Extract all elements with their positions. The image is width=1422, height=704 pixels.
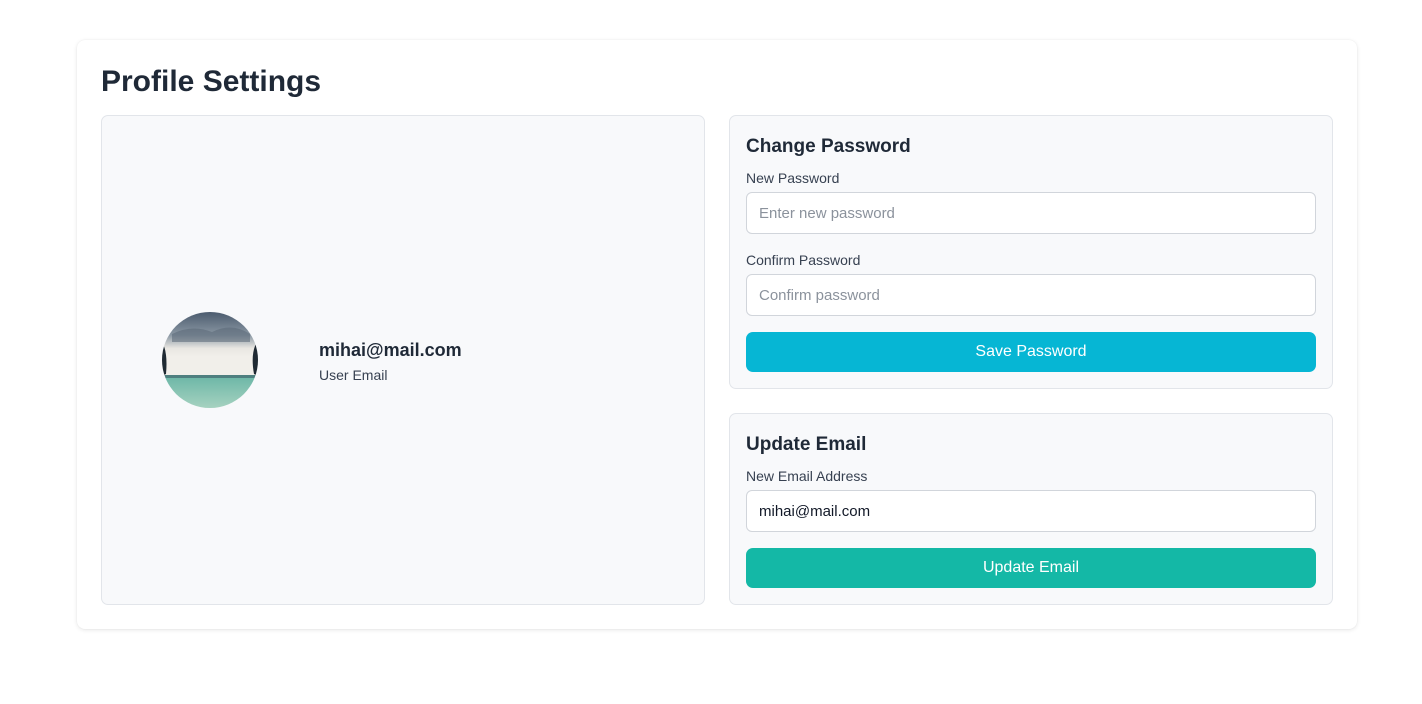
confirm-password-label: Confirm Password: [746, 252, 861, 268]
page-title: Profile Settings: [101, 65, 322, 98]
profile-summary-panel: mihai@mail.com User Email: [101, 115, 705, 605]
change-password-panel: Change Password New Password Confirm Pas…: [729, 115, 1333, 389]
update-email-title: Update Email: [746, 434, 867, 455]
new-email-label: New Email Address: [746, 468, 868, 484]
avatar: [162, 312, 258, 408]
profile-settings-card: Profile Settings mihai@mail.com User Ema…: [77, 40, 1357, 629]
change-password-title: Change Password: [746, 136, 911, 157]
update-email-button[interactable]: Update Email: [746, 548, 1316, 588]
profile-email-caption: User Email: [319, 367, 388, 383]
new-password-input[interactable]: [746, 192, 1316, 234]
save-password-button[interactable]: Save Password: [746, 332, 1316, 372]
confirm-password-input[interactable]: [746, 274, 1316, 316]
update-email-panel: Update Email New Email Address Update Em…: [729, 413, 1333, 605]
profile-email: mihai@mail.com: [319, 340, 462, 360]
new-email-input[interactable]: [746, 490, 1316, 532]
new-password-label: New Password: [746, 170, 840, 186]
